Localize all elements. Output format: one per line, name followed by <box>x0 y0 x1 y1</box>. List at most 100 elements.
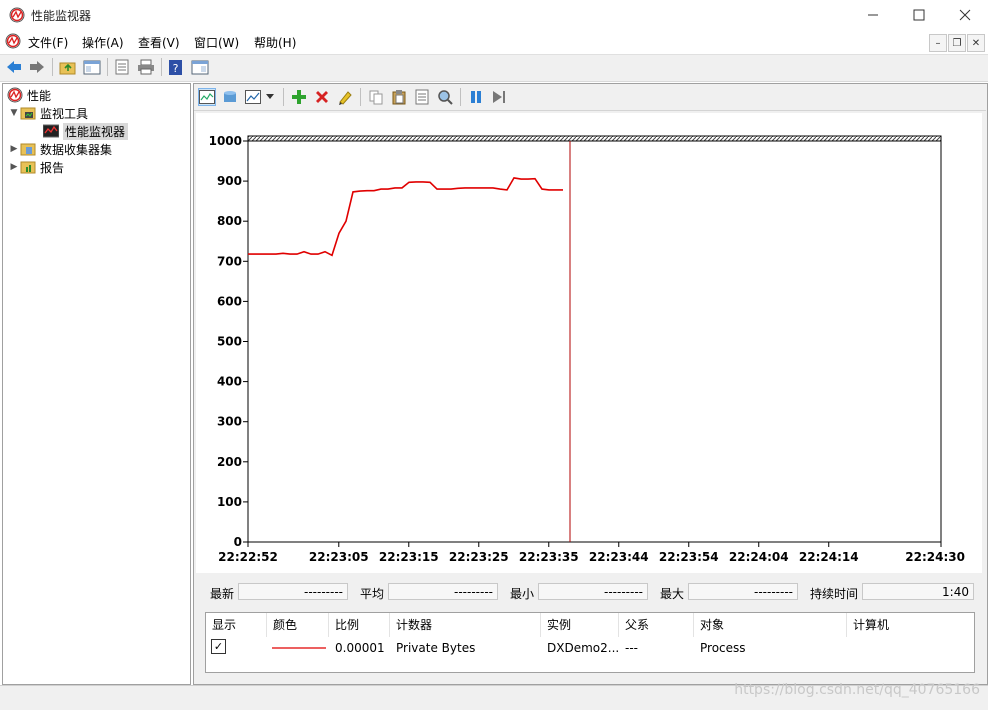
maximize-button[interactable] <box>896 0 942 30</box>
chevron-right-icon[interactable]: ▶ <box>8 162 20 172</box>
minimize-button[interactable] <box>850 0 896 30</box>
properties-icon <box>415 89 429 105</box>
x-tick-label: 22:23:05 <box>309 550 369 564</box>
toolbar-separator <box>52 58 53 76</box>
view-log-data-button[interactable] <box>221 88 239 106</box>
plot-frame <box>247 140 942 543</box>
export-list-button[interactable] <box>113 58 131 76</box>
y-tick-label: 200 <box>217 455 242 469</box>
show-checkbox[interactable]: ✓ <box>211 639 226 654</box>
minimize-icon: – <box>935 37 941 49</box>
menu-view[interactable]: 查看(V) <box>138 34 180 51</box>
stat-last-value: --------- <box>238 583 348 600</box>
stat-max-value: --------- <box>688 583 798 600</box>
magnifier-icon <box>438 90 453 105</box>
chevron-down-icon <box>266 94 274 99</box>
zoom-button[interactable] <box>436 88 454 106</box>
folder-tools-icon <box>20 107 36 120</box>
show-hide-tree-button[interactable] <box>83 58 101 76</box>
menu-bar: 文件(F) 操作(A) 查看(V) 窗口(W) 帮助(H) <box>0 30 988 53</box>
x-tick-label: 22:24:30 <box>905 550 965 564</box>
help-button[interactable]: ? <box>167 58 185 76</box>
col-header-color[interactable]: 颜色 <box>267 613 329 637</box>
tree-item-performance-monitor[interactable]: 性能监视器 <box>43 122 129 140</box>
folder-data-icon <box>20 143 36 156</box>
stat-min-value: --------- <box>538 583 648 600</box>
title-bar: 性能监视器 <box>0 0 988 30</box>
tree-item-monitoring-tools[interactable]: ▼ 监视工具 <box>8 104 88 122</box>
minimize-icon <box>868 14 878 16</box>
tree-item-data-collector-sets[interactable]: ▶ 数据收集器集 <box>8 140 112 158</box>
y-tick-label: 400 <box>217 375 242 389</box>
line-graph-icon <box>199 90 215 104</box>
paste-counter-list-button[interactable] <box>390 88 408 106</box>
mdi-restore-button[interactable]: ❐ <box>948 34 966 52</box>
highlighter-icon <box>339 91 352 105</box>
menu-window[interactable]: 窗口(W) <box>194 34 239 51</box>
stat-max-label: 最大 <box>660 587 685 601</box>
delete-counter-button[interactable] <box>313 88 331 106</box>
stat-avg-label: 平均 <box>360 587 385 601</box>
y-tick-label: 100 <box>217 495 242 509</box>
col-header-instance[interactable]: 实例 <box>541 613 619 637</box>
perfmon-menu-icon[interactable] <box>5 33 21 49</box>
graph-type-dropdown[interactable] <box>264 88 276 106</box>
tree-item-performance[interactable]: 性能 <box>7 86 51 104</box>
counter-table: 显示 颜色 比例 计数器 实例 父系 对象 计算机 ✓ 0.00001 Priv… <box>205 612 975 673</box>
y-tick-label: 600 <box>217 294 242 308</box>
menu-help[interactable]: 帮助(H) <box>254 34 296 51</box>
line-color-swatch <box>272 639 328 657</box>
mdi-close-button[interactable]: ✕ <box>967 34 985 52</box>
tree-label-performance-monitor: 性能监视器 <box>63 122 129 140</box>
cell-instance: DXDemo2... <box>547 641 619 655</box>
toolbar-separator <box>107 58 108 76</box>
paste-icon <box>392 90 406 105</box>
col-header-parent[interactable]: 父系 <box>619 613 694 637</box>
copy-properties-button[interactable] <box>367 88 385 106</box>
folder-up-icon <box>59 62 76 75</box>
restore-icon: ❐ <box>952 37 962 49</box>
stat-min-label: 最小 <box>510 587 535 601</box>
col-header-object[interactable]: 对象 <box>694 613 847 637</box>
col-header-show[interactable]: 显示 <box>206 613 267 637</box>
svg-text:?: ? <box>173 62 179 75</box>
x-tick-label: 22:24:04 <box>729 550 789 564</box>
toolbar-separator <box>360 88 361 106</box>
y-tick-label: 0 <box>234 535 242 549</box>
y-tick-label: 800 <box>217 214 242 228</box>
view-current-activity-button[interactable] <box>198 88 216 106</box>
y-tick-label: 300 <box>217 415 242 429</box>
menu-action[interactable]: 操作(A) <box>82 34 124 51</box>
y-tick-label: 1000 <box>209 134 242 148</box>
printer-icon <box>138 59 154 75</box>
x-tick-label: 22:24:14 <box>799 550 859 564</box>
up-folder-button[interactable] <box>59 58 77 76</box>
mdi-minimize-button[interactable]: – <box>929 34 947 52</box>
highlight-button[interactable] <box>336 88 354 106</box>
chart-monitor-icon <box>43 124 59 138</box>
col-header-counter[interactable]: 计数器 <box>390 613 541 637</box>
pause-icon <box>471 91 481 103</box>
change-graph-type-button[interactable] <box>244 88 262 106</box>
properties-view-button[interactable] <box>191 58 209 76</box>
col-header-computer[interactable]: 计算机 <box>847 613 972 637</box>
console-tree-icon <box>83 60 101 75</box>
cell-computer <box>847 639 972 657</box>
print-button[interactable] <box>137 58 155 76</box>
x-tick-label: 22:23:35 <box>519 550 579 564</box>
toolbar-separator <box>161 58 162 76</box>
chevron-down-icon[interactable]: ▼ <box>8 108 20 118</box>
properties-button[interactable] <box>413 88 431 106</box>
add-counter-button[interactable] <box>290 88 308 106</box>
back-button[interactable] <box>5 58 23 76</box>
col-header-scale[interactable]: 比例 <box>329 613 390 637</box>
close-button[interactable] <box>942 0 988 30</box>
freeze-display-button[interactable] <box>467 88 485 106</box>
performance-line-chart[interactable]: 0 100 200 300 400 500 600 700 800 900 1000 22:22:5… <box>196 113 982 573</box>
update-data-button[interactable] <box>490 88 508 106</box>
chevron-right-icon[interactable]: ▶ <box>8 144 20 154</box>
menu-file[interactable]: 文件(F) <box>28 34 68 51</box>
tree-item-reports[interactable]: ▶ 报告 <box>8 158 64 176</box>
plus-icon <box>292 90 306 104</box>
forward-button[interactable] <box>28 58 46 76</box>
